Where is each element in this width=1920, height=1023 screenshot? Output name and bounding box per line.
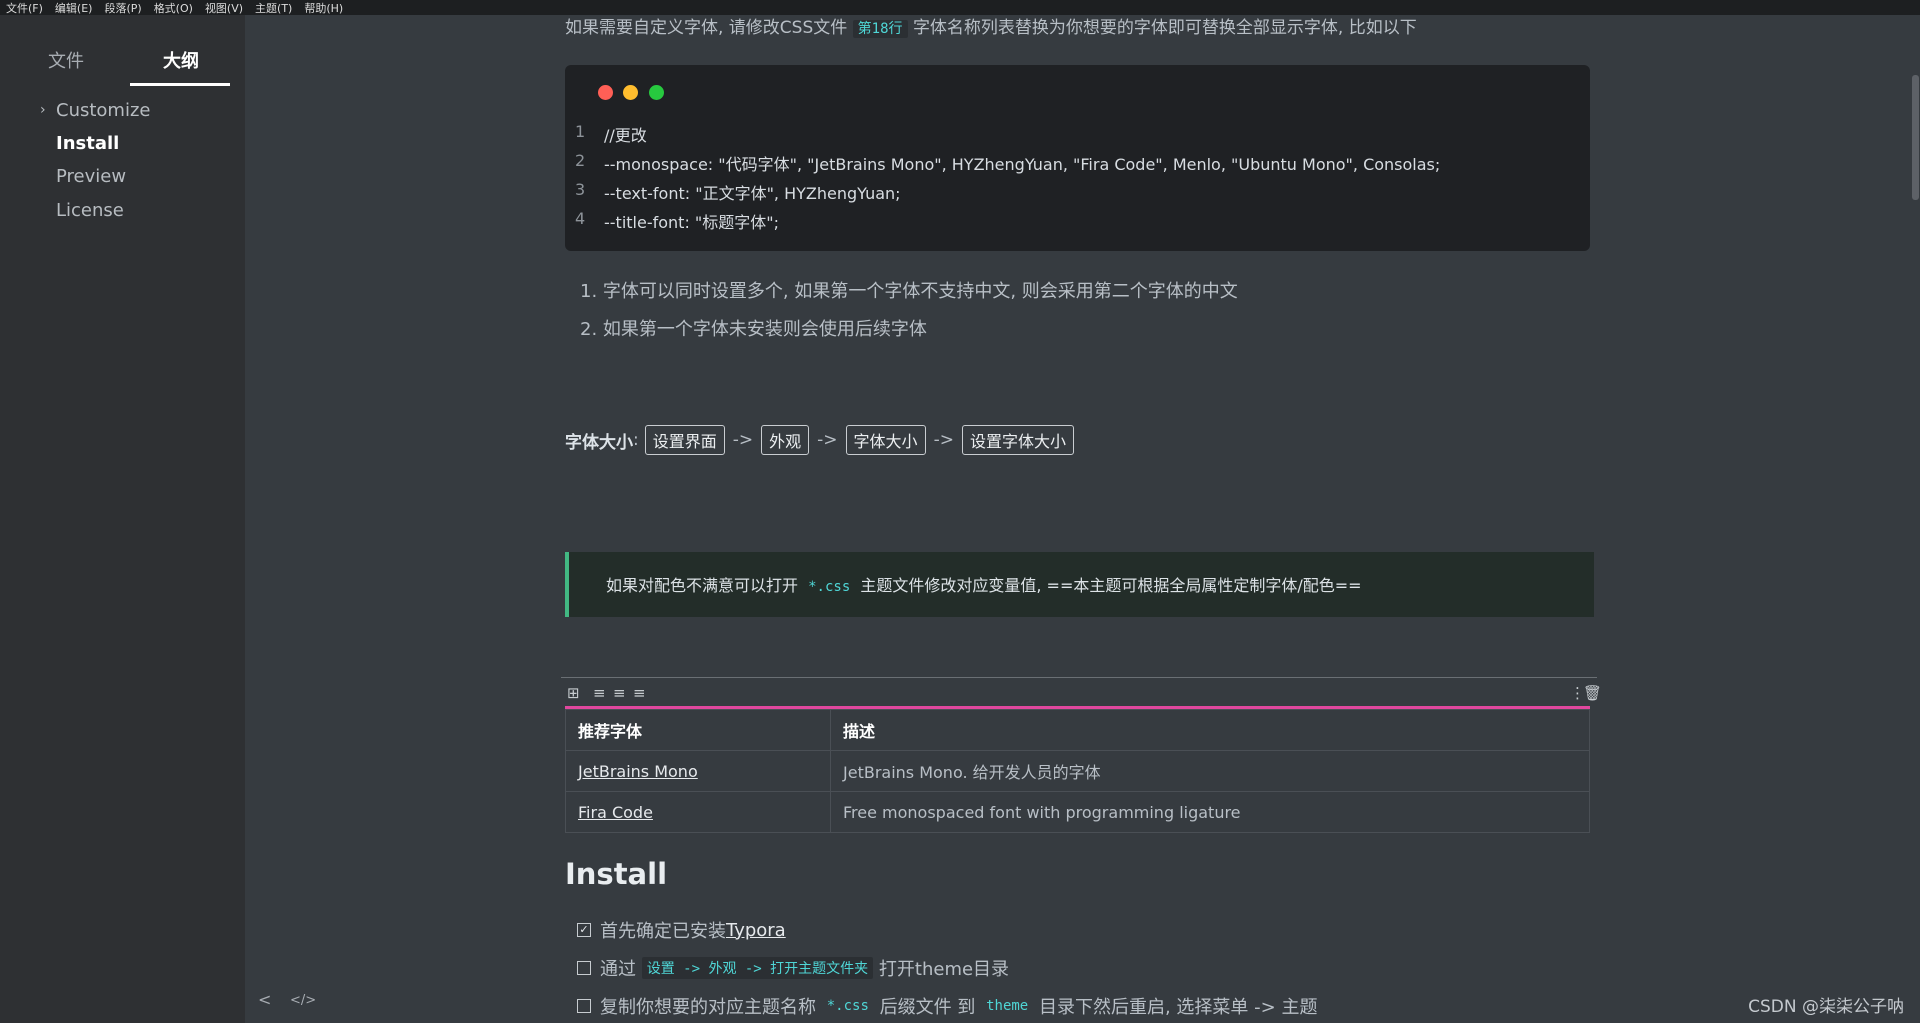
minimize-dot-icon [623,85,638,100]
list-item: 1. 字体可以同时设置多个, 如果第一个字体不支持中文, 则会采用第二个字体的中… [580,281,1238,302]
arrow: -> [732,430,754,450]
task-item: ✓ 首先确定已安装 Typora [577,917,786,943]
maximize-dot-icon [649,85,664,100]
arrow: -> [933,430,954,450]
table-cell[interactable]: Free monospaced font with programming li… [830,791,1590,833]
chevron-left-icon[interactable]: < [258,990,271,1009]
quote-text-end: 主题文件修改对应变量值, ==本主题可根据全局属性定制字体/配色== [860,576,1362,595]
line-number: 3 [575,180,586,199]
task-text: 复制你想要的对应主题名称 [600,997,816,1018]
code-text: //更改 [604,126,647,145]
inline-code: *.css [826,998,869,1014]
inline-code: 第18行 [852,20,908,38]
menu-view[interactable]: 视图(V) [205,0,243,16]
intro-text-start: 如果需要自定义字体, 请修改CSS文件 [565,18,848,38]
arrow: -> [817,430,838,450]
checkbox[interactable] [577,999,591,1013]
menu-help[interactable]: 帮助(H) [304,0,343,16]
table-cell[interactable]: Fira Code [565,791,831,833]
sidebar: 文件 大纲 › Customize Install Preview Licens… [0,15,316,1023]
colon: : [633,430,639,450]
trash-icon[interactable]: 🗑 [1583,684,1602,702]
task-text: 后缀文件 到 [879,997,976,1018]
outline-item-preview[interactable]: Preview [56,166,126,187]
quote-text-start: 如果对配色不满意可以打开 [606,576,799,595]
tab-files[interactable]: 文件 [48,47,84,73]
line-number: 4 [575,209,586,228]
sidebar-footer: < </> [0,990,316,1020]
inline-code: *.css [808,579,851,595]
close-dot-icon [598,85,613,100]
menu-file[interactable]: 文件(F) [6,0,43,16]
active-tab-indicator [130,83,230,86]
tab-outline[interactable]: 大纲 [163,47,199,73]
outline-item-customize[interactable]: Customize [56,100,150,121]
table-toolbar: ⊞ ≡ ≡ ≡ ⋮ 🗑 [561,677,1602,708]
list-item: 2. 如果第一个字体未安装则会使用后续字体 [580,319,927,340]
line-number: 2 [575,151,586,170]
align-center-icon[interactable]: ≡ [613,684,626,702]
code-text: --monospace: "代码字体", "JetBrains Mono", H… [604,155,1441,174]
code-block[interactable]: 1 //更改 2 --monospace: "代码字体", "JetBrains… [565,65,1590,251]
task-text: 目录下然后重启, 选择菜单 -> 主题 [1038,997,1318,1018]
align-left-icon[interactable]: ≡ [593,684,606,702]
table-cell[interactable]: JetBrains Mono. 给开发人员的字体 [830,750,1590,792]
table-row: Fira Code Free monospaced font with prog… [565,791,1590,833]
table-header-row: 推荐字体 描述 [565,709,1590,751]
scrollbar[interactable] [1910,15,1920,1023]
blockquote-text: 如果对配色不满意可以打开 *.css 主题文件修改对应变量值, ==本主题可根据… [606,572,1362,596]
task-item: 复制你想要的对应主题名称 *.css 后缀文件 到 theme 目录下然后重启,… [577,993,1317,1019]
kbd-set-font-size: 设置字体大小 [961,425,1074,455]
menu-theme[interactable]: 主题(T) [255,0,292,16]
menu-paragraph[interactable]: 段落(P) [104,0,141,16]
typora-link[interactable]: Typora [726,920,786,941]
table-cell[interactable]: JetBrains Mono [565,750,831,792]
font-link[interactable]: Fira Code [578,803,653,822]
fonts-table: 推荐字体 描述 JetBrains Mono JetBrains Mono. 给… [565,709,1590,833]
task-text: 首先确定已安装 [600,921,726,942]
font-size-path: 字体大小: 设置界面 -> 外观 -> 字体大小 -> 设置字体大小 [565,425,1080,455]
inline-code: theme [986,998,1029,1014]
task-text: 打开theme目录 [878,959,1010,980]
blockquote[interactable]: 如果对配色不满意可以打开 *.css 主题文件修改对应变量值, ==本主题可根据… [565,552,1594,617]
outline-item-license[interactable]: License [56,200,124,221]
font-size-label: 字体大小 [565,432,633,453]
kbd-font-size: 字体大小 [845,425,926,455]
table-row: JetBrains Mono JetBrains Mono. 给开发人员的字体 [565,750,1590,792]
scrollbar-thumb[interactable] [1912,75,1919,200]
chevron-right-icon[interactable]: › [40,102,46,118]
menu-edit[interactable]: 编辑(E) [55,0,93,16]
task-item: 通过 设置 -> 外观 -> 打开主题文件夹 打开theme目录 [577,955,1009,981]
menu-format[interactable]: 格式(O) [154,0,193,16]
column-header[interactable]: 描述 [830,709,1590,751]
sidebar-tabs: 文件 大纲 [0,35,245,86]
task-text: 通过 [600,959,636,980]
source-code-toggle-icon[interactable]: </> [290,993,316,1008]
intro-text-end: 字体名称列表替换为你想要的字体即可替换全部显示字体, 比如以下 [912,18,1417,38]
font-link[interactable]: JetBrains Mono [578,762,698,781]
align-right-icon[interactable]: ≡ [633,684,646,702]
kbd-appearance: 外观 [761,425,810,455]
column-header[interactable]: 推荐字体 [565,709,831,751]
line-number: 1 [575,122,586,141]
checkbox[interactable] [577,961,591,975]
intro-paragraph: 如果需要自定义字体, 请修改CSS文件 第18行 字体名称列表替换为你想要的字体… [565,13,1417,38]
heading-install: Install [565,857,668,891]
code-text: --text-font: "正文字体", HYZhengYuan; [604,184,901,203]
checkbox-checked[interactable]: ✓ [577,923,591,937]
table-grid-icon[interactable]: ⊞ [567,684,580,702]
inline-code: 设置 -> 外观 -> 打开主题文件夹 [641,957,874,979]
code-text: --title-font: "标题字体"; [604,213,780,232]
outline-item-install[interactable]: Install [56,133,119,154]
kbd-settings: 设置界面 [644,425,725,455]
watermark: CSDN @柒柒公子呐 [1748,997,1904,1017]
